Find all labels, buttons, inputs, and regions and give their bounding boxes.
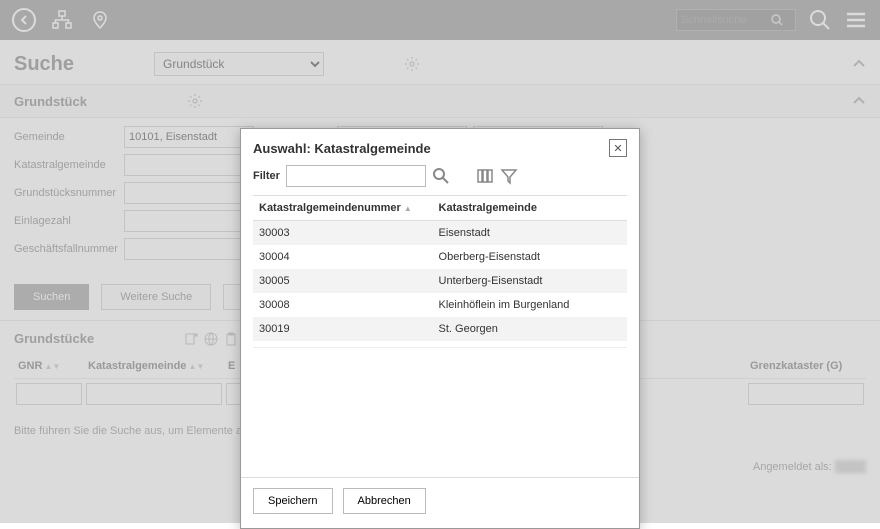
save-button[interactable]: Speichern [253, 488, 333, 514]
table-row[interactable]: 30008Kleinhöflein im Burgenland [253, 293, 627, 317]
filter-label: Filter [253, 170, 280, 182]
cancel-button[interactable]: Abbrechen [343, 488, 426, 514]
modal-table: Katastralgemeindenummer ▲ Katastralgemei… [253, 195, 627, 341]
col-name[interactable]: Katastralgemeinde [433, 196, 627, 221]
modal-katastralgemeinde: Auswahl: Katastralgemeinde ✕ Filter Kata… [240, 128, 640, 529]
close-icon[interactable]: ✕ [609, 139, 627, 157]
table-row[interactable]: 30003Eisenstadt [253, 221, 627, 246]
table-row[interactable]: 30005Unterberg-Eisenstadt [253, 269, 627, 293]
search-icon[interactable] [432, 167, 450, 185]
col-nr[interactable]: Katastralgemeindenummer ▲ [253, 196, 433, 221]
funnel-icon[interactable] [500, 167, 518, 185]
table-row[interactable]: 30019St. Georgen [253, 317, 627, 341]
columns-icon[interactable] [476, 167, 494, 185]
modal-title: Auswahl: Katastralgemeinde [253, 141, 431, 156]
table-row[interactable]: 30004Oberberg-Eisenstadt [253, 245, 627, 269]
filter-input[interactable] [286, 165, 426, 187]
